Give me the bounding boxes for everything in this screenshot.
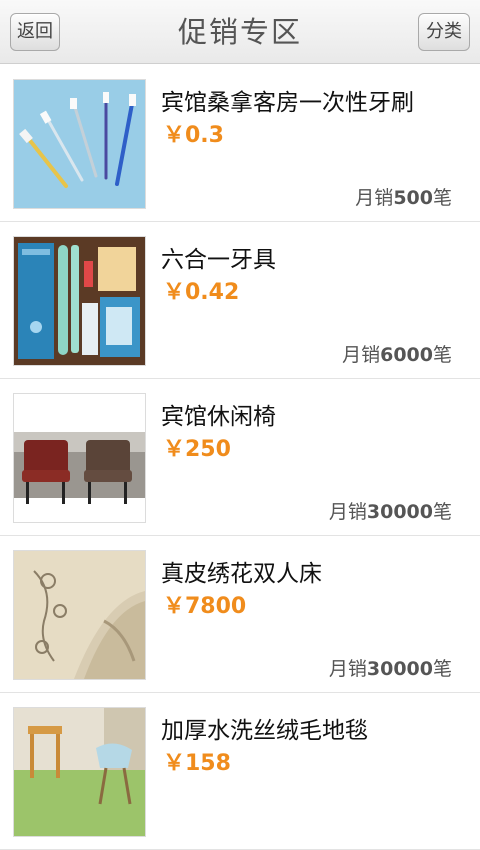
- header-bar: 返回 促销专区 分类: [0, 0, 480, 64]
- product-name[interactable]: 宾馆休闲椅: [161, 397, 276, 431]
- product-price: ￥158: [163, 751, 231, 776]
- monthly-sales: 月销500笔: [355, 187, 452, 209]
- product-name[interactable]: 真皮绣花双人床: [161, 554, 322, 588]
- category-button[interactable]: 分类: [418, 13, 470, 51]
- monthly-sales: 月销30000笔: [328, 658, 452, 680]
- product-item[interactable]: 加厚水洗丝绒毛地毯 ￥158: [0, 693, 480, 850]
- product-image-toothbrushes[interactable]: [13, 79, 146, 209]
- product-item[interactable]: 六合一牙具 ￥0.42 月销6000笔: [0, 222, 480, 379]
- product-image-leather-bed[interactable]: [13, 550, 146, 680]
- product-image-dental-kit[interactable]: [13, 236, 146, 366]
- product-name[interactable]: 加厚水洗丝绒毛地毯: [161, 711, 368, 745]
- leather-bed-image: [14, 551, 145, 679]
- product-price: ￥7800: [163, 594, 247, 619]
- product-item[interactable]: 宾馆休闲椅 ￥250 月销30000笔: [0, 379, 480, 536]
- product-image-chairs[interactable]: [13, 393, 146, 523]
- chairs-image: [14, 394, 145, 522]
- product-item[interactable]: 宾馆桑拿客房一次性牙刷 ￥0.3 月销500笔: [0, 65, 480, 222]
- monthly-sales: 月销6000笔: [342, 344, 452, 366]
- product-name[interactable]: 六合一牙具: [161, 240, 276, 274]
- carpet-image: [14, 708, 145, 836]
- product-image-carpet[interactable]: [13, 707, 146, 837]
- product-name[interactable]: 宾馆桑拿客房一次性牙刷: [161, 83, 414, 117]
- dental-kit-image: [14, 237, 145, 365]
- page-title: 促销专区: [177, 15, 302, 49]
- monthly-sales: 月销30000笔: [328, 501, 452, 523]
- product-price: ￥250: [163, 437, 231, 462]
- product-price: ￥0.3: [163, 123, 224, 148]
- product-price: ￥0.42: [163, 280, 240, 305]
- product-item[interactable]: 真皮绣花双人床 ￥7800 月销30000笔: [0, 536, 480, 693]
- toothbrush-image: [14, 80, 145, 208]
- product-list: 宾馆桑拿客房一次性牙刷 ￥0.3 月销500笔 六合一牙具 ￥0.42 月销60…: [0, 65, 480, 850]
